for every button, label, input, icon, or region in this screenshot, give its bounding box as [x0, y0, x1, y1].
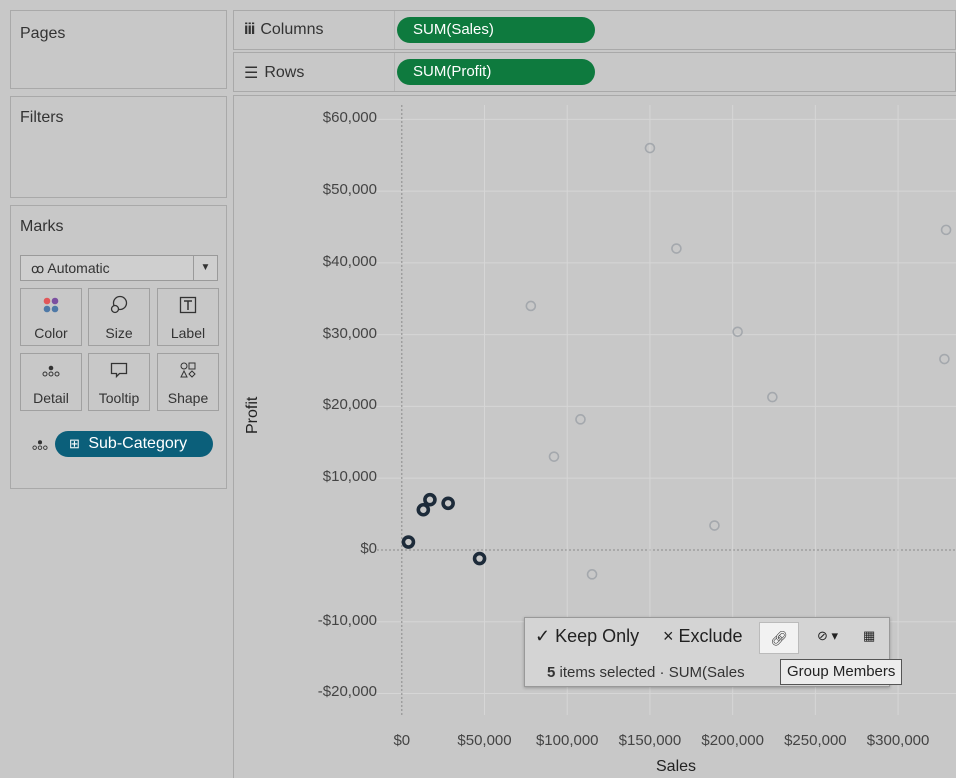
data-point[interactable]: [767, 391, 778, 403]
y-tick-label: $20,000: [322, 396, 377, 414]
set-menu-icon[interactable]: ⊘ ▾: [817, 628, 838, 644]
x-tick-label: $50,000: [457, 732, 512, 749]
y-tick-label: $50,000: [322, 181, 377, 199]
y-tick-label: $30,000: [322, 324, 377, 342]
selected-point[interactable]: [401, 535, 416, 549]
view-data-icon[interactable]: ▦: [863, 628, 875, 644]
x-tick-label: $200,000: [701, 732, 764, 749]
selection-status-text: items selected · SUM(Sales: [555, 664, 745, 681]
y-tick-label: -$20,000: [317, 683, 377, 701]
x-tick-label: $100,000: [535, 732, 599, 749]
y-tick-label: -$10,000: [317, 611, 377, 629]
y-tick-label: $60,000: [322, 109, 377, 127]
keep-only-button[interactable]: ✓ Keep Only: [535, 626, 639, 647]
exclude-button[interactable]: × Exclude: [663, 626, 743, 647]
data-point[interactable]: [586, 569, 598, 580]
group-members-tooltip: Group Members: [780, 659, 903, 685]
data-point[interactable]: [939, 353, 950, 365]
data-point[interactable]: [575, 414, 586, 425]
paperclip-icon[interactable]: 🔗︎: [759, 622, 799, 654]
data-point[interactable]: [709, 520, 720, 531]
data-point[interactable]: [548, 451, 560, 462]
x-axis-title: Sales: [656, 758, 697, 775]
y-tick-label: $10,000: [322, 468, 377, 486]
selected-point[interactable]: [441, 496, 455, 511]
selection-status: 5 items selected · SUM(Sales: [547, 664, 745, 681]
selected-point[interactable]: [423, 492, 437, 507]
x-tick-label: $0: [393, 732, 411, 749]
x-tick-label: $150,000: [618, 732, 682, 749]
data-point[interactable]: [525, 300, 537, 312]
x-tick-label: $300,000: [866, 732, 930, 749]
selected-point[interactable]: [472, 551, 487, 566]
y-axis-title: Profit: [244, 396, 261, 434]
data-point[interactable]: [671, 243, 682, 254]
x-tick-label: $250,000: [784, 732, 847, 749]
y-tick-label: $40,000: [322, 252, 377, 270]
data-point[interactable]: [940, 224, 952, 236]
selected-point[interactable]: [416, 502, 431, 517]
y-tick-label: $0: [360, 539, 377, 557]
